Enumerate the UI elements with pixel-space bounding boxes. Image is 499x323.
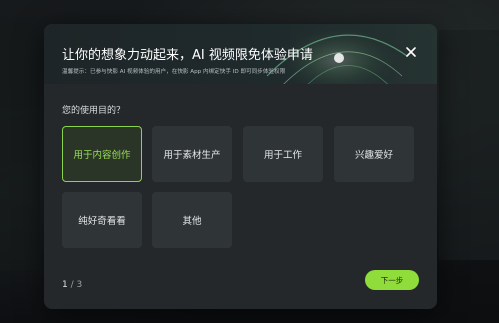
page-current: 1 [62, 280, 68, 290]
application-dialog: 让你的想象力动起来，AI 视频限免体验申请 温馨提示：已参与快影 AI 视频体验… [44, 24, 437, 309]
option-hobby[interactable]: 兴趣爱好 [334, 126, 414, 182]
option-content-creation[interactable]: 用于内容创作 [62, 126, 142, 182]
option-other[interactable]: 其他 [152, 192, 232, 248]
dialog-title: 让你的想象力动起来，AI 视频限免体验申请 [62, 48, 313, 63]
close-icon[interactable] [405, 46, 417, 58]
background-shape-right [439, 30, 499, 260]
option-work[interactable]: 用于工作 [243, 126, 323, 182]
background-shape-left [0, 20, 40, 270]
page-separator: / [70, 280, 74, 290]
question-label: 您的使用目的？ [62, 106, 126, 116]
page-total: 3 [76, 280, 83, 290]
option-curiosity[interactable]: 纯好奇看看 [62, 192, 142, 248]
dialog-subtitle: 温馨提示：已参与快影 AI 视频体验的用户，在快影 App 内绑定快手 ID 即… [62, 69, 286, 75]
dialog-header: 让你的想象力动起来，AI 视频限免体验申请 温馨提示：已参与快影 AI 视频体验… [44, 24, 437, 84]
next-button[interactable]: 下一步 [365, 270, 419, 290]
page-indicator: 1 / 3 [62, 280, 82, 290]
option-material-production[interactable]: 用于素材生产 [152, 126, 232, 182]
